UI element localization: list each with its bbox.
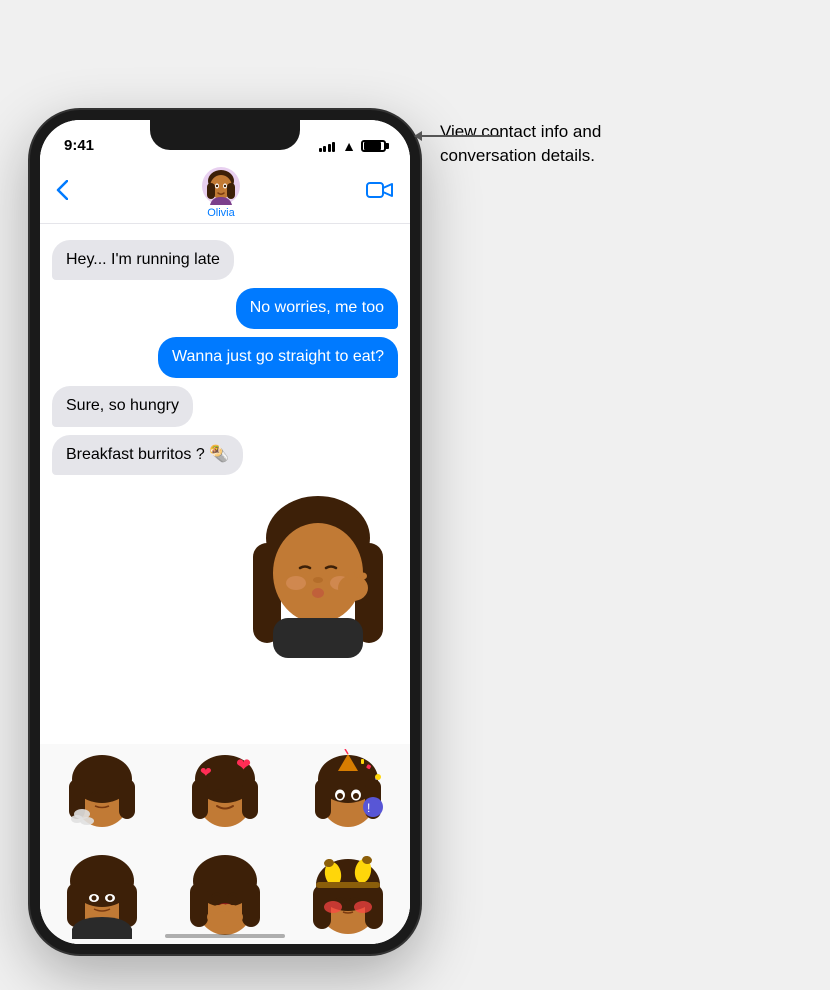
message-received-1: Hey... I'm running late [52, 240, 234, 281]
battery-fill [364, 142, 381, 150]
message-sent-1: No worries, me too [236, 288, 398, 329]
svg-text:❤: ❤ [236, 755, 251, 775]
back-button[interactable] [56, 180, 68, 206]
contact-name-label: Olivia [207, 207, 235, 219]
message-sent-2: Wanna just go straight to eat? [158, 337, 398, 378]
message-text-1: Hey... I'm running late [66, 251, 220, 268]
notch [150, 120, 300, 150]
callout-annotation: View contact info andconversation detail… [440, 120, 790, 168]
callout-text: View contact info andconversation detail… [440, 122, 601, 165]
bar3 [328, 144, 331, 152]
bar4 [332, 142, 335, 152]
phone-frame: 9:41 ▲ [30, 110, 420, 954]
video-call-button[interactable] [366, 180, 394, 206]
bar1 [319, 148, 322, 152]
message-received-3: Breakfast burritos ? 🌯 [52, 435, 243, 476]
message-text-4: Sure, so hungry [66, 397, 179, 414]
message-text-5: Breakfast burritos ? 🌯 [66, 446, 229, 463]
wifi-icon: ▲ [342, 138, 356, 154]
memoji-message [238, 483, 398, 658]
status-time: 9:41 [64, 137, 94, 154]
memoji-row-1: ❤ ❤ [40, 744, 410, 844]
battery-icon [361, 140, 386, 152]
bar2 [323, 146, 326, 152]
message-text-2: No worries, me too [250, 299, 384, 316]
memoji-yawn[interactable] [177, 849, 272, 939]
memoji-hat[interactable] [301, 849, 396, 939]
header-center[interactable]: Olivia [76, 167, 366, 219]
avatar [202, 167, 240, 205]
memoji-sneeze[interactable] [54, 749, 149, 839]
memoji-cool[interactable] [54, 849, 149, 939]
home-indicator [165, 934, 285, 938]
svg-text:❤: ❤ [200, 764, 212, 780]
signal-bars-icon [319, 140, 336, 152]
memoji-party[interactable]: ! [301, 749, 396, 839]
message-text-3: Wanna just go straight to eat? [172, 348, 384, 365]
callout-line [420, 135, 500, 137]
svg-text:!: ! [367, 801, 370, 815]
chat-header: Olivia [40, 164, 410, 224]
messages-area: Hey... I'm running late No worries, me t… [40, 224, 410, 744]
status-icons: ▲ [319, 138, 386, 154]
message-received-2: Sure, so hungry [52, 386, 193, 427]
phone-screen: 9:41 ▲ [40, 120, 410, 944]
memoji-love[interactable]: ❤ ❤ [177, 749, 272, 839]
memoji-row-2 [40, 844, 410, 944]
